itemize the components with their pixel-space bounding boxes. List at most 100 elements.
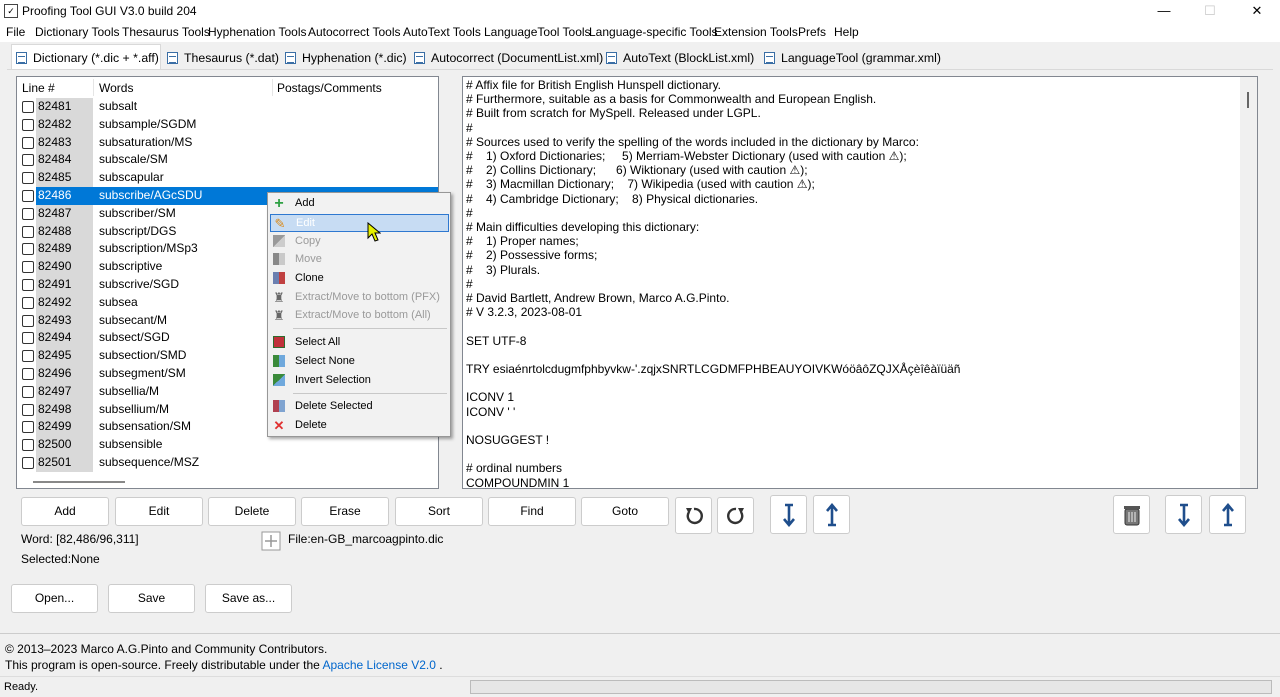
menu-file[interactable]: File: [6, 25, 25, 39]
menu-autotext-tools[interactable]: AutoText Tools: [403, 25, 481, 39]
scrollbar-thumb[interactable]: [1247, 92, 1249, 108]
status-text: Ready.: [4, 681, 39, 693]
text-line: ICONV ' ': [466, 404, 516, 419]
column-separator[interactable]: [93, 79, 94, 96]
column-words[interactable]: Words: [99, 81, 133, 95]
edit-button[interactable]: Edit: [115, 497, 203, 526]
column-line[interactable]: Line #: [22, 81, 55, 95]
move-down-button[interactable]: [770, 495, 807, 534]
menu-help[interactable]: Help: [834, 25, 859, 39]
copyright-text: © 2013–2023 Marco A.G.Pinto and Communit…: [5, 642, 328, 656]
row-checkbox[interactable]: [22, 403, 34, 416]
column-separator[interactable]: [272, 79, 273, 96]
save-as-button[interactable]: Save as...: [205, 584, 292, 613]
document-icon: [764, 52, 775, 64]
table-row[interactable]: 82481 subsalt: [17, 98, 438, 116]
tab-languagetool[interactable]: LanguageTool (grammar.xml): [760, 47, 941, 69]
tab-autocorrect[interactable]: Autocorrect (DocumentList.xml): [410, 47, 603, 69]
menu-hyphenation-tools[interactable]: Hyphenation Tools: [208, 25, 307, 39]
license-link[interactable]: Apache License V2.0: [323, 658, 436, 672]
redo-button[interactable]: [717, 497, 754, 534]
close-button[interactable]: ✕: [1234, 0, 1280, 22]
tab-dictionary[interactable]: Dictionary (*.dic + *.aff): [11, 44, 161, 70]
row-checkbox[interactable]: [22, 457, 34, 469]
text-line: [466, 319, 960, 333]
undo-button[interactable]: [675, 497, 712, 534]
menu-extension-tools[interactable]: Extension Tools: [714, 25, 798, 39]
row-checkbox[interactable]: [22, 385, 34, 398]
menu-item-select-none[interactable]: Select None: [270, 353, 449, 371]
text-line: SET UTF-8: [466, 333, 527, 348]
tab-autotext[interactable]: AutoText (BlockList.xml): [602, 47, 758, 69]
text-line: # Affix file for British English Hunspel…: [466, 78, 722, 92]
menu-item-clone[interactable]: Clone: [270, 270, 449, 288]
add-button[interactable]: Add: [21, 497, 109, 526]
text-move-down-button[interactable]: [1165, 495, 1202, 534]
row-checkbox[interactable]: [22, 154, 34, 167]
open-button[interactable]: Open...: [11, 584, 98, 613]
menu-dictionary-tools[interactable]: Dictionary Tools: [35, 25, 119, 39]
text-line: # ordinal numbers: [466, 461, 563, 476]
row-checkbox[interactable]: [22, 314, 34, 327]
menu-autocorrect-tools[interactable]: Autocorrect Tools: [308, 25, 401, 39]
menu-item-add[interactable]: + Add: [270, 195, 449, 213]
row-checkbox[interactable]: [22, 421, 34, 434]
row-checkbox[interactable]: [22, 261, 34, 274]
save-button[interactable]: Save: [108, 584, 195, 613]
goto-button[interactable]: Goto: [581, 497, 669, 526]
erase-button[interactable]: Erase: [301, 497, 389, 526]
menu-item-delete-selected[interactable]: Delete Selected: [270, 398, 449, 416]
trash-button[interactable]: [1113, 495, 1150, 534]
row-checkbox[interactable]: [22, 136, 34, 149]
menu-item-edit[interactable]: ✎ Edit: [270, 214, 449, 232]
invert-selection-icon: [272, 374, 286, 388]
tab-hyphenation[interactable]: Hyphenation (*.dic): [281, 47, 407, 69]
find-button[interactable]: Find: [488, 497, 576, 526]
row-checkbox[interactable]: [22, 279, 34, 291]
menu-item-delete[interactable]: ✕ Delete: [270, 417, 449, 435]
sort-button[interactable]: Sort: [395, 497, 483, 526]
menu-item-select-all[interactable]: Select All: [270, 334, 449, 352]
row-checkbox[interactable]: [22, 207, 34, 220]
row-checkbox[interactable]: [22, 350, 34, 363]
row-checkbox[interactable]: [22, 118, 34, 131]
table-row[interactable]: 82501 subsequence/MSZ: [17, 454, 438, 472]
table-row[interactable]: 82482 subsample/SGDM: [17, 115, 438, 134]
menu-language-specific-tools[interactable]: Language-specific Tools: [589, 25, 718, 39]
row-checkbox[interactable]: [22, 172, 34, 185]
row-checkbox[interactable]: [22, 368, 34, 380]
menu-languagetool-tools[interactable]: LanguageTool Tools: [484, 25, 591, 39]
vertical-scrollbar[interactable]: [1240, 77, 1257, 488]
table-row[interactable]: 82484 subscale/SM: [17, 151, 438, 170]
row-checkbox[interactable]: [22, 296, 34, 309]
row-checkbox[interactable]: [22, 101, 34, 113]
text-line: [466, 447, 960, 461]
row-checkbox[interactable]: [22, 190, 34, 202]
row-checkbox[interactable]: [22, 225, 34, 238]
delete-button[interactable]: Delete: [208, 497, 296, 526]
delete-icon: ✕: [273, 418, 285, 433]
menu-item-move: Move: [270, 251, 449, 269]
text-move-up-button[interactable]: [1209, 495, 1246, 534]
table-row[interactable]: 82500 subsensible: [17, 436, 438, 454]
row-checkbox[interactable]: [22, 243, 34, 256]
text-line: [466, 376, 960, 390]
move-up-button[interactable]: [813, 495, 850, 534]
file-icon: [261, 531, 281, 551]
mouse-cursor-icon: [367, 222, 381, 242]
text-line: # Built from scratch for MySpell. Releas…: [466, 106, 761, 121]
affix-text-area[interactable]: # Affix file for British English Hunspel…: [462, 76, 1258, 489]
text-line: # Sources used to verify the spelling of…: [466, 134, 919, 149]
column-postags[interactable]: Postags/Comments: [277, 81, 382, 95]
menu-item-invert-selection[interactable]: Invert Selection: [270, 372, 449, 390]
tab-thesaurus[interactable]: Thesaurus (*.dat): [163, 47, 279, 69]
table-row[interactable]: 82483 subsaturation/MS: [17, 133, 438, 152]
menu-prefs[interactable]: Prefs: [798, 25, 826, 39]
table-row[interactable]: 82485 subscapular: [17, 169, 438, 187]
menu-thesaurus-tools[interactable]: Thesaurus Tools: [122, 25, 210, 39]
minimize-button[interactable]: —: [1141, 0, 1187, 22]
row-checkbox[interactable]: [22, 332, 34, 345]
license-suffix: .: [439, 658, 443, 672]
row-checkbox[interactable]: [22, 439, 34, 452]
horizontal-scrollbar[interactable]: [33, 481, 125, 483]
